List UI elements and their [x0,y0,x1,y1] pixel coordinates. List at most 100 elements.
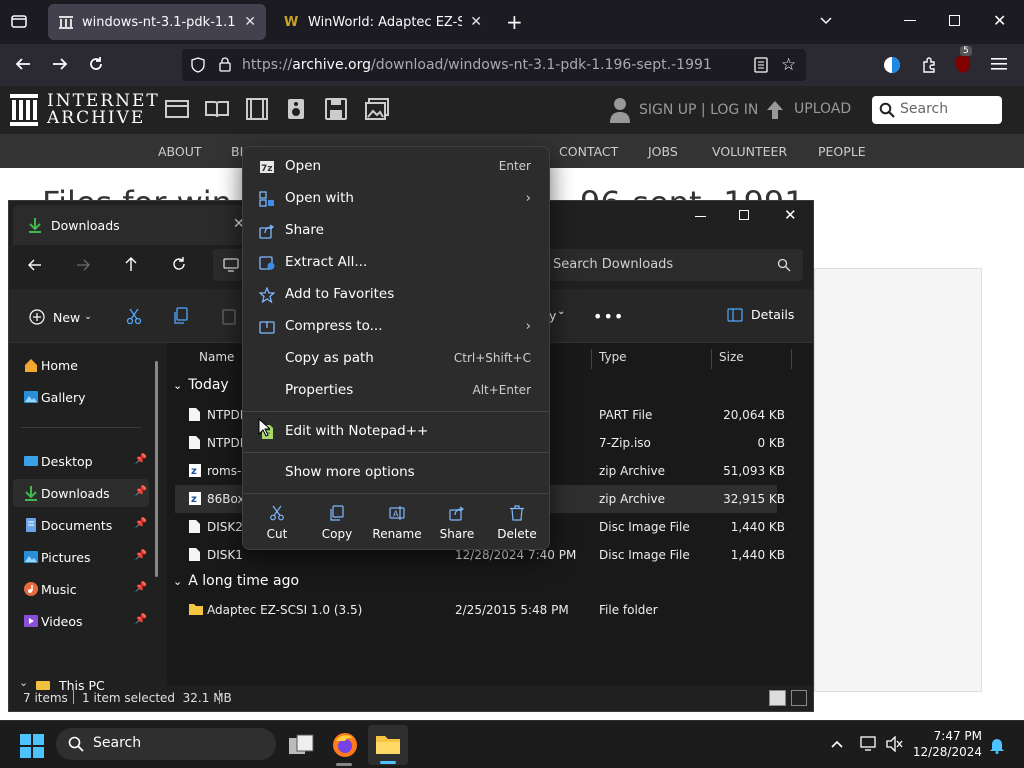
menu-icon[interactable] [991,57,1007,71]
url-text[interactable]: https://archive.org/download/windows-nt-… [242,57,712,73]
more-options-icon[interactable]: ••• [593,307,624,326]
url-bar[interactable]: https://archive.org/download/windows-nt-… [182,49,806,81]
reload-icon[interactable] [87,55,105,73]
windows-start-icon[interactable] [20,734,44,758]
video-icon[interactable] [245,98,269,120]
explorer-tab[interactable]: Downloads ✕ [13,205,245,245]
chevron-down-icon[interactable]: ⌄ [557,306,565,317]
sidebar-item-videos[interactable]: Videos 📌 [13,607,149,635]
texts-icon[interactable] [205,99,229,119]
pin-icon[interactable]: 📌 [135,550,147,561]
table-row[interactable]: Adaptec EZ-SCSI 1.0 (3.5) 2/25/2015 5:48… [175,596,777,624]
nav-volunteer[interactable]: VOLUNTEER [712,144,787,159]
column-divider[interactable] [791,349,792,369]
extensions-icon[interactable] [920,56,938,74]
close-tab-icon[interactable]: ✕ [244,14,256,30]
menu-item-edit-with-notepadpp[interactable]: Edit with Notepad++ [247,416,545,448]
nav-about[interactable]: ABOUT [158,144,202,159]
clock[interactable]: 7:47 PM 12/28/2024 [910,728,982,760]
sidebar-item-desktop[interactable]: Desktop 📌 [13,447,149,475]
column-type[interactable]: Type [599,350,627,364]
software-icon[interactable] [325,98,347,120]
tracking-protection-icon[interactable] [190,57,206,73]
pin-icon[interactable]: 📌 [135,454,147,465]
bookmark-star-icon[interactable]: ☆ [781,55,796,75]
menu-item-add-to-favorites[interactable]: Add to Favorites [247,279,545,311]
lock-icon[interactable] [218,56,232,72]
new-button[interactable]: New ⌄ [29,307,92,327]
privacy-badger-icon[interactable] [882,55,902,75]
pin-icon[interactable]: 📌 [135,614,147,625]
back-icon[interactable] [14,55,32,73]
sidebar-item-home[interactable]: Home [13,351,149,379]
archive-search-input[interactable]: Search [872,96,1002,124]
refresh-icon[interactable] [171,256,187,272]
forward-icon[interactable] [51,55,69,73]
browser-tab-active[interactable]: windows-nt-3.1-pdk-1.196-sept ✕ [48,4,266,40]
pin-icon[interactable]: 📌 [135,486,147,497]
sidebar-item-music[interactable]: Music 📌 [13,575,149,603]
view-button[interactable]: y [549,308,556,323]
task-view-icon[interactable] [288,733,314,757]
restore-window-icon[interactable] [949,15,960,26]
new-tab-icon[interactable]: + [506,10,523,34]
archive-logo-text[interactable]: INTERNET ARCHIVE [47,93,160,127]
menu-item-compress-to[interactable]: Compress to... › [247,311,545,343]
rename-button[interactable]: A Rename [369,501,425,549]
audio-icon[interactable] [287,98,305,120]
images-icon[interactable] [365,98,389,120]
nav-jobs[interactable]: JOBS [648,144,678,159]
network-icon[interactable] [860,736,878,752]
sidebar-item-downloads[interactable]: Downloads 📌 [13,479,149,507]
archive-logo-icon[interactable] [10,94,38,126]
upload-link[interactable]: UPLOAD [794,101,851,117]
upload-icon[interactable] [766,100,784,120]
user-icon[interactable] [610,97,630,123]
close-tab-icon[interactable]: ✕ [470,14,482,30]
pin-icon[interactable]: 📌 [135,518,147,529]
menu-item-open[interactable]: 7z Open Enter [247,151,545,183]
pin-icon[interactable]: 📌 [135,582,147,593]
menu-item-open-with[interactable]: Open with › [247,183,545,215]
chevron-up-icon[interactable] [830,738,844,750]
share-button[interactable]: Share [429,501,485,549]
sidebar-scrollbar[interactable] [155,361,158,577]
cut-button[interactable]: Cut [249,501,305,549]
close-window-icon[interactable]: ✕ [993,11,1006,30]
group-header-today[interactable]: ⌄ Today [173,377,229,393]
copy-icon[interactable] [173,307,189,325]
column-divider[interactable] [591,349,592,369]
close-window-icon[interactable]: ✕ [784,206,797,224]
minimize-window-icon[interactable] [695,216,706,217]
file-explorer-taskbar-button[interactable] [368,725,408,765]
tab-list-icon[interactable] [10,12,28,30]
taskbar-search-box[interactable]: Search [56,728,276,760]
web-icon[interactable] [165,99,189,119]
forward-icon[interactable] [75,257,91,273]
tiles-view-icon[interactable] [791,690,807,706]
up-icon[interactable] [123,256,139,272]
column-size[interactable]: Size [719,350,744,364]
reader-view-icon[interactable] [754,57,768,73]
browser-tab[interactable]: W WinWorld: Adaptec EZ-SCSI 1.0 ✕ [274,4,492,40]
back-icon[interactable] [27,257,43,273]
maximize-window-icon[interactable] [739,210,749,220]
menu-item-properties[interactable]: Properties Alt+Enter [247,375,545,407]
firefox-icon[interactable] [332,732,358,758]
ublock-icon[interactable]: 5 [954,46,974,74]
column-name[interactable]: Name [199,350,234,364]
volume-muted-icon[interactable] [886,736,904,752]
notification-bell-icon[interactable] [989,736,1005,754]
explorer-search-input[interactable]: Search Downloads [541,249,803,281]
menu-item-extract-all[interactable]: Extract All... [247,247,545,279]
sidebar-item-gallery[interactable]: Gallery [13,383,149,411]
details-button[interactable]: Details [727,307,794,322]
sidebar-item-documents[interactable]: Documents 📌 [13,511,149,539]
menu-item-show-more-options[interactable]: Show more options [247,457,545,489]
nav-people[interactable]: PEOPLE [818,144,866,159]
details-view-icon[interactable] [769,690,786,706]
nav-contact[interactable]: CONTACT [559,144,618,159]
list-all-tabs-icon[interactable] [818,12,834,28]
minimize-window-icon[interactable] [904,20,916,21]
paste-icon[interactable] [221,307,237,325]
